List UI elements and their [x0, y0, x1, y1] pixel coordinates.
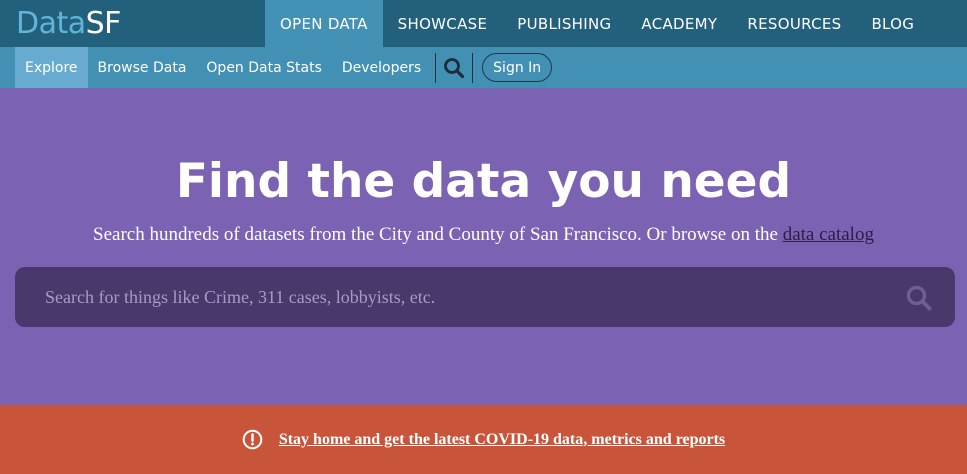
datasf-logo[interactable]: Data SF [16, 0, 121, 47]
subnav-open-data-stats[interactable]: Open Data Stats [196, 47, 331, 88]
search-submit-icon[interactable] [905, 284, 933, 312]
hero-subtitle: Search hundreds of datasets from the Cit… [0, 224, 967, 246]
top-navigation: Data SF OPEN DATA SHOWCASE PUBLISHING ACA… [0, 0, 967, 47]
subnav-developers[interactable]: Developers [332, 47, 431, 88]
alert-circle-icon [242, 429, 263, 450]
dataset-search-input[interactable] [15, 267, 895, 327]
main-nav: OPEN DATA SHOWCASE PUBLISHING ACADEMY RE… [265, 0, 929, 47]
nav-showcase[interactable]: SHOWCASE [383, 0, 503, 47]
sub-navigation: Explore Browse Data Open Data Stats Deve… [0, 47, 967, 88]
nav-open-data[interactable]: OPEN DATA [265, 0, 383, 47]
dataset-search-bar [15, 267, 955, 327]
covid-alert-banner: Stay home and get the latest COVID-19 da… [0, 405, 967, 474]
search-icon[interactable] [436, 47, 472, 88]
hero-subtitle-text: Search hundreds of datasets from the Cit… [93, 224, 783, 245]
hero-title: Find the data you need [175, 154, 792, 209]
subnav-explore[interactable]: Explore [15, 47, 88, 88]
logo-sf-text: SF [85, 6, 122, 41]
covid-data-link[interactable]: Stay home and get the latest COVID-19 da… [279, 431, 725, 449]
nav-publishing[interactable]: PUBLISHING [502, 0, 626, 47]
nav-resources[interactable]: RESOURCES [732, 0, 856, 47]
logo-data-text: Data [16, 6, 86, 41]
nav-blog[interactable]: BLOG [856, 0, 929, 47]
subnav-browse-data[interactable]: Browse Data [88, 47, 197, 88]
data-catalog-link[interactable]: data catalog [783, 224, 874, 245]
sign-in-button[interactable]: Sign In [482, 53, 553, 82]
subnav-divider [472, 52, 474, 83]
hero-section: Find the data you need Search hundreds o… [0, 88, 967, 405]
nav-academy[interactable]: ACADEMY [626, 0, 732, 47]
